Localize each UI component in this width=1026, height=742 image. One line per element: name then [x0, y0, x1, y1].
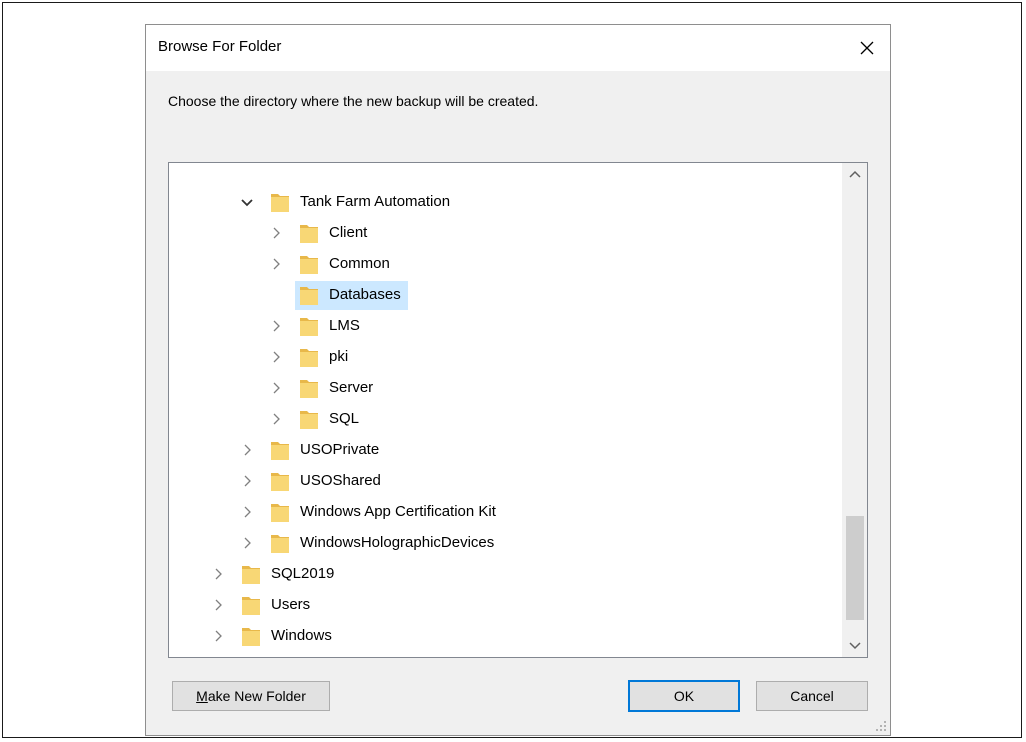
expand-toggle[interactable]	[269, 380, 283, 396]
folder-icon	[300, 380, 318, 398]
vertical-scrollbar[interactable]	[842, 163, 867, 657]
scroll-down-button[interactable]	[843, 635, 867, 657]
ok-button[interactable]: OK	[628, 680, 740, 712]
tree-row-label: SQL	[329, 410, 360, 427]
title-bar: Browse For Folder	[146, 25, 890, 71]
tree-row[interactable]: Client	[169, 218, 845, 248]
folder-icon	[300, 411, 318, 429]
tree-row-label: Client	[329, 224, 368, 241]
chevron-right-icon	[244, 444, 251, 456]
expand-toggle[interactable]	[211, 628, 225, 644]
chevron-right-icon	[273, 413, 280, 425]
folder-icon	[271, 194, 289, 212]
make-new-folder-button[interactable]: Make New Folder	[172, 681, 330, 711]
folder-icon	[300, 287, 318, 305]
expand-toggle[interactable]	[240, 442, 254, 458]
folder-icon	[242, 597, 260, 615]
expand-toggle[interactable]	[211, 566, 225, 582]
expand-toggle[interactable]	[269, 349, 283, 365]
tree-row[interactable]: Tank Farm Automation	[169, 187, 845, 217]
ok-label: OK	[673, 688, 695, 704]
tree-row[interactable]: USOShared	[169, 466, 845, 496]
folder-icon	[271, 473, 289, 491]
close-button[interactable]	[844, 25, 890, 71]
chevron-right-icon	[273, 227, 280, 239]
expand-toggle[interactable]	[269, 225, 283, 241]
tree-row-label: Windows	[271, 627, 332, 644]
tree-row-label: Common	[329, 255, 390, 272]
folder-icon	[300, 225, 318, 243]
tree-row[interactable]: Databases	[169, 280, 845, 310]
tree-row-label: Server	[329, 379, 374, 396]
drive-icon	[212, 656, 232, 658]
tree-row-label: Windows App Certification Kit	[300, 503, 496, 520]
chevron-right-icon	[273, 258, 280, 270]
cancel-label: Cancel	[790, 688, 834, 704]
chevron-right-icon	[215, 630, 222, 642]
tree-row-label: WindowsHolographicDevices	[300, 534, 495, 551]
tree-row-label: Users	[271, 596, 311, 613]
folder-icon	[242, 628, 260, 646]
folder-icon	[300, 256, 318, 274]
tree-row-label: LMS	[329, 317, 360, 334]
folder-icon	[300, 349, 318, 367]
tree-row[interactable]: Windows	[169, 621, 845, 651]
tree-row[interactable]: SQL	[169, 404, 845, 434]
expand-toggle[interactable]	[240, 504, 254, 520]
chevron-right-icon	[244, 506, 251, 518]
tree-row[interactable]: Windows App Certification Kit	[169, 497, 845, 527]
chevron-right-icon	[244, 475, 251, 487]
tree-row[interactable]: Server	[169, 373, 845, 403]
chevron-down-icon	[849, 642, 861, 650]
tree-row[interactable]: Users	[169, 590, 845, 620]
tree-row[interactable]: Common	[169, 249, 845, 279]
tree-row-label: USOShared	[300, 472, 381, 489]
collapse-toggle[interactable]	[240, 194, 254, 210]
chevron-right-icon	[273, 320, 280, 332]
tree-row[interactable]: SQL2019	[169, 559, 845, 589]
make-new-folder-accel: M	[196, 688, 208, 704]
expand-toggle[interactable]	[269, 256, 283, 272]
tree-row-label: USOPrivate	[300, 441, 380, 458]
folder-icon	[242, 566, 260, 584]
dialog-prompt: Choose the directory where the new backu…	[168, 93, 539, 109]
chevron-right-icon	[244, 537, 251, 549]
resize-grip-icon[interactable]	[875, 720, 887, 732]
tree-row-label: pki	[329, 348, 349, 365]
tree-row-label: Databases	[329, 286, 401, 303]
tree-row[interactable]: pki	[169, 342, 845, 372]
scrollbar-thumb[interactable]	[846, 516, 864, 620]
tree-row[interactable]: DATA (D:)	[169, 652, 845, 658]
expand-toggle[interactable]	[269, 411, 283, 427]
folder-icon	[300, 318, 318, 336]
chevron-right-icon	[215, 568, 222, 580]
tree-row[interactable]: LMS	[169, 311, 845, 341]
tree-row-label: SQL2019	[271, 565, 335, 582]
chevron-right-icon	[273, 382, 280, 394]
tree-row[interactable]: USOPrivate	[169, 435, 845, 465]
folder-icon	[271, 535, 289, 553]
expand-toggle[interactable]	[240, 535, 254, 551]
chevron-right-icon	[215, 599, 222, 611]
dialog-title: Browse For Folder	[158, 38, 282, 55]
expand-toggle[interactable]	[211, 597, 225, 613]
make-new-folder-text: ake New Folder	[207, 688, 306, 704]
tree-row-label: Tank Farm Automation	[300, 193, 451, 210]
folder-tree[interactable]: Tank Farm Automation Client Common Database…	[168, 162, 868, 658]
tree-row[interactable]: WindowsHolographicDevices	[169, 528, 845, 558]
folder-icon	[271, 442, 289, 460]
close-icon	[860, 41, 874, 55]
chevron-down-icon	[241, 199, 253, 207]
folder-icon	[271, 504, 289, 522]
cancel-button[interactable]: Cancel	[756, 681, 868, 711]
expand-toggle[interactable]	[240, 473, 254, 489]
make-new-folder-label: Make New Folder	[196, 688, 306, 704]
chevron-up-icon	[849, 170, 861, 178]
expand-toggle[interactable]	[269, 318, 283, 334]
scroll-up-button[interactable]	[843, 163, 867, 185]
chevron-right-icon	[273, 351, 280, 363]
browse-for-folder-dialog: Browse For Folder Choose the directory w…	[145, 24, 891, 736]
